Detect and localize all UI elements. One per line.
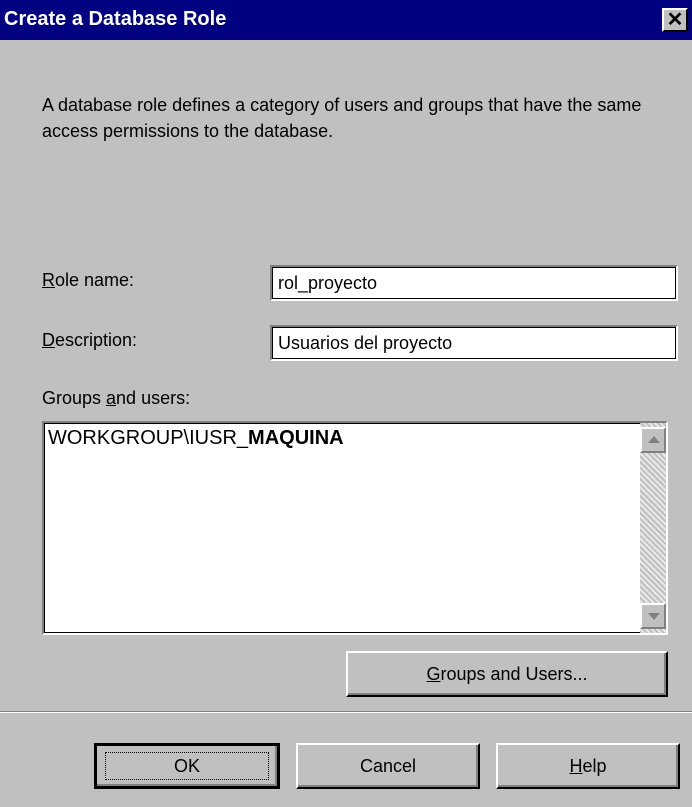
listbox-frame — [44, 423, 666, 633]
list-item-prefix: WORKGROUP\IUSR_ — [48, 427, 249, 449]
description-input[interactable]: Usuarios del proyecto — [270, 325, 678, 361]
vertical-scrollbar[interactable] — [640, 423, 666, 633]
description-mnemonic: D — [42, 330, 55, 350]
close-icon: ✕ — [666, 9, 684, 31]
scroll-down-button[interactable] — [640, 603, 666, 629]
role-name-value: rol_proyecto — [278, 273, 378, 293]
role-name-mnemonic: R — [42, 270, 55, 290]
role-name-label-text: ole name: — [55, 270, 135, 290]
groups-users-listbox[interactable]: WORKGROUP\IUSR_MAQUINA — [42, 421, 668, 635]
list-item-bold: MAQUINA — [248, 427, 344, 449]
list-item[interactable]: WORKGROUP\IUSR_MAQUINA — [48, 427, 344, 450]
arrow-up-icon — [648, 436, 660, 443]
role-name-label: Role name: — [42, 270, 134, 291]
groups-and-users-rest: roups and Users... — [440, 663, 588, 684]
help-button[interactable]: Help — [496, 743, 680, 789]
window-title: Create a Database Role — [4, 8, 227, 30]
role-name-input[interactable]: rol_proyecto — [270, 265, 678, 301]
cancel-button[interactable]: Cancel — [296, 743, 480, 789]
groups-and-users-mnemonic: G — [426, 663, 441, 684]
help-mnemonic: H — [569, 755, 583, 776]
cancel-label: Cancel — [359, 755, 417, 776]
description-value: Usuarios del proyecto — [278, 333, 453, 353]
arrow-down-icon — [648, 613, 660, 620]
groups-and-users-button[interactable]: Groups and Users... — [346, 651, 668, 697]
help-rest: elp — [582, 755, 607, 776]
ok-button[interactable]: OK — [94, 743, 280, 789]
button-separator — [0, 711, 692, 713]
focus-ring — [105, 752, 269, 780]
description-label: Description: — [42, 330, 137, 351]
description-label-text: escription: — [55, 330, 138, 350]
groups-users-mnemonic: a — [106, 388, 117, 408]
groups-users-label-before: Groups — [42, 388, 107, 408]
scroll-up-button[interactable] — [640, 427, 666, 453]
title-bar[interactable]: Create a Database Role ✕ — [0, 0, 692, 40]
close-button[interactable]: ✕ — [662, 8, 688, 32]
groups-and-users-label: Groups and Users... — [426, 664, 587, 685]
groups-users-label: Groups and users: — [42, 388, 190, 409]
help-label: Help — [569, 756, 606, 777]
intro-description: A database role defines a category of us… — [42, 95, 642, 141]
groups-users-label-after: nd users: — [116, 388, 191, 408]
create-database-role-dialog: Create a Database Role ✕ A database role… — [0, 0, 692, 807]
